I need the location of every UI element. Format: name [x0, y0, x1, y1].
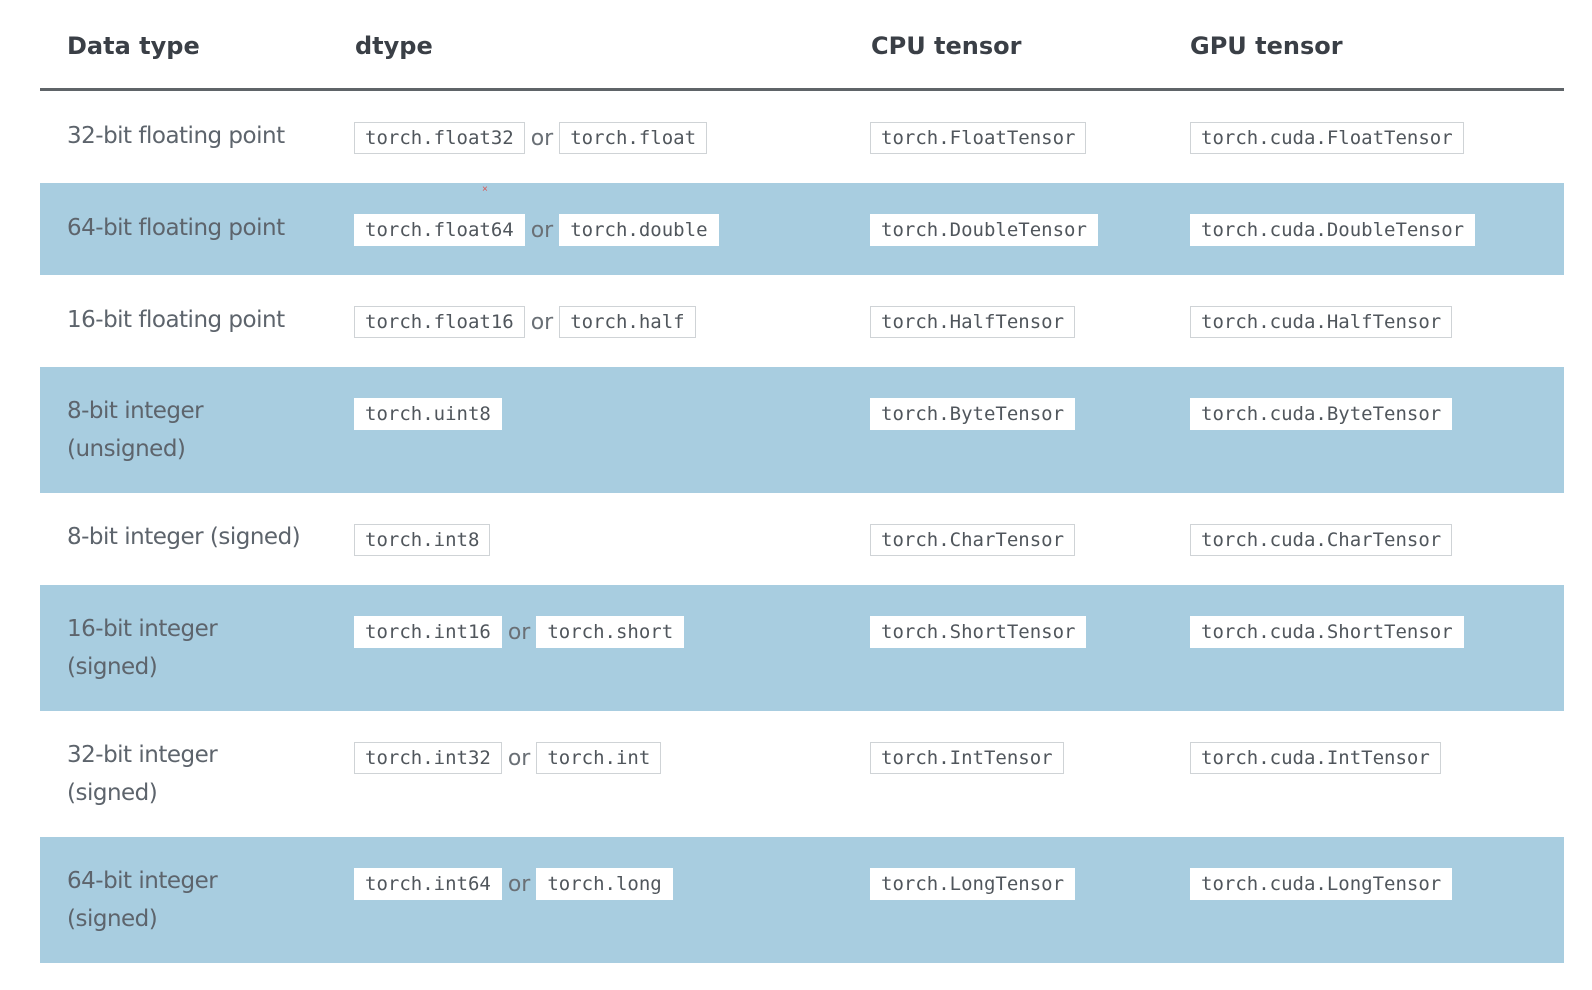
dtype-cell: torch.int8 — [354, 524, 491, 556]
gpu-tensor-code: torch.cuda.CharTensor — [1190, 524, 1453, 556]
data-type-cell: 8-bit integer (unsigned) — [67, 392, 337, 468]
cursor-icon: × — [482, 184, 488, 195]
table-row: 8-bit integer (unsigned) torch.uint8 tor… — [40, 367, 1564, 493]
gpu-tensor-code: torch.cuda.ByteTensor — [1190, 398, 1453, 430]
cpu-tensor-cell: torch.ShortTensor — [870, 616, 1087, 648]
table-row: 32-bit floating point torch.float32 or t… — [40, 91, 1564, 183]
data-type-sublabel: (signed) — [67, 654, 158, 680]
header-gpu-tensor: GPU tensor — [1190, 32, 1343, 60]
data-type-cell: 16-bit integer (signed) — [67, 610, 337, 686]
table-row: 16-bit floating point torch.float16 or t… — [40, 275, 1564, 367]
or-connector: or — [530, 125, 554, 151]
or-connector: or — [507, 745, 531, 771]
dtype-code: torch.float16 — [354, 306, 525, 338]
gpu-tensor-cell: torch.cuda.CharTensor — [1190, 524, 1453, 556]
gpu-tensor-code: torch.cuda.IntTensor — [1190, 742, 1441, 774]
gpu-tensor-code: torch.cuda.DoubleTensor — [1190, 214, 1476, 246]
cpu-tensor-code: torch.ShortTensor — [870, 616, 1087, 648]
gpu-tensor-code: torch.cuda.ShortTensor — [1190, 616, 1464, 648]
gpu-tensor-code: torch.cuda.FloatTensor — [1190, 122, 1464, 154]
data-type-cell: 32-bit integer (signed) — [67, 736, 337, 812]
dtype-alias-code: torch.float — [559, 122, 708, 154]
cpu-tensor-cell: torch.ByteTensor — [870, 398, 1076, 430]
dtype-cell: torch.int16 or torch.short — [354, 616, 685, 648]
cpu-tensor-code: torch.FloatTensor — [870, 122, 1087, 154]
dtype-cell: torch.int64 or torch.long — [354, 868, 673, 900]
dtype-code: torch.float32 — [354, 122, 525, 154]
data-type-label: 16-bit integer — [67, 616, 218, 642]
cpu-tensor-cell: torch.FloatTensor — [870, 122, 1087, 154]
data-type-sublabel: (signed) — [67, 780, 158, 806]
cpu-tensor-code: torch.IntTensor — [870, 742, 1064, 774]
table-header: Data type dtype CPU tensor GPU tensor — [40, 0, 1564, 89]
dtype-cell: torch.uint8 — [354, 398, 502, 430]
gpu-tensor-code: torch.cuda.LongTensor — [1190, 868, 1453, 900]
table-row: 8-bit integer (signed) torch.int8 torch.… — [40, 493, 1564, 585]
gpu-tensor-cell: torch.cuda.LongTensor — [1190, 868, 1453, 900]
data-type-label: 32-bit integer — [67, 742, 218, 768]
dtype-code: torch.uint8 — [354, 398, 502, 430]
data-type-cell: 8-bit integer (signed) — [67, 518, 367, 556]
dtype-cell: torch.float32 or torch.float — [354, 122, 708, 154]
dtype-alias-code: torch.long — [536, 868, 673, 900]
dtype-alias-code: torch.int — [536, 742, 662, 774]
cpu-tensor-code: torch.CharTensor — [870, 524, 1076, 556]
cpu-tensor-code: torch.DoubleTensor — [870, 214, 1098, 246]
dtype-alias-code: torch.short — [536, 616, 685, 648]
data-type-sublabel: (unsigned) — [67, 436, 186, 462]
gpu-tensor-cell: torch.cuda.DoubleTensor — [1190, 214, 1476, 246]
gpu-tensor-code: torch.cuda.HalfTensor — [1190, 306, 1453, 338]
data-type-label: 8-bit integer — [67, 398, 204, 424]
dtype-cell: torch.float64 or torch.double — [354, 214, 719, 246]
dtype-cell: torch.float16 or torch.half — [354, 306, 696, 338]
dtype-alias-code: torch.half — [559, 306, 696, 338]
dtype-code: torch.float64 — [354, 214, 525, 246]
data-type-cell: 64-bit floating point — [67, 209, 337, 247]
header-dtype: dtype — [355, 32, 433, 60]
gpu-tensor-cell: torch.cuda.IntTensor — [1190, 742, 1441, 774]
table-row: 64-bit integer (signed) torch.int64 or t… — [40, 837, 1564, 963]
or-connector: or — [530, 309, 554, 335]
or-connector: or — [507, 871, 531, 897]
data-type-label: 8-bit integer (signed) — [67, 524, 301, 550]
dtype-code: torch.int64 — [354, 868, 502, 900]
cpu-tensor-cell: torch.DoubleTensor — [870, 214, 1098, 246]
dtype-code: torch.int32 — [354, 742, 502, 774]
dtype-alias-code: torch.double — [559, 214, 719, 246]
cpu-tensor-cell: torch.CharTensor — [870, 524, 1076, 556]
or-connector: or — [530, 217, 554, 243]
data-type-label: 32-bit floating point — [67, 123, 285, 149]
data-type-sublabel: (signed) — [67, 906, 158, 932]
table-row: 64-bit floating point torch.float64 or t… — [40, 183, 1564, 275]
cpu-tensor-code: torch.ByteTensor — [870, 398, 1076, 430]
gpu-tensor-cell: torch.cuda.ByteTensor — [1190, 398, 1453, 430]
data-type-cell: 16-bit floating point — [67, 301, 337, 339]
gpu-tensor-cell: torch.cuda.ShortTensor — [1190, 616, 1464, 648]
or-connector: or — [507, 619, 531, 645]
table-row: 32-bit integer (signed) torch.int32 or t… — [40, 711, 1564, 837]
header-data-type: Data type — [67, 32, 200, 60]
data-type-cell: 32-bit floating point — [67, 117, 337, 155]
cpu-tensor-code: torch.HalfTensor — [870, 306, 1076, 338]
gpu-tensor-cell: torch.cuda.HalfTensor — [1190, 306, 1453, 338]
cpu-tensor-cell: torch.IntTensor — [870, 742, 1064, 774]
dtype-table: Data type dtype CPU tensor GPU tensor 32… — [0, 0, 1592, 990]
dtype-cell: torch.int32 or torch.int — [354, 742, 662, 774]
cpu-tensor-cell: torch.HalfTensor — [870, 306, 1076, 338]
dtype-code: torch.int8 — [354, 524, 491, 556]
cpu-tensor-cell: torch.LongTensor — [870, 868, 1076, 900]
data-type-label: 64-bit integer — [67, 868, 218, 894]
dtype-code: torch.int16 — [354, 616, 502, 648]
header-cpu-tensor: CPU tensor — [871, 32, 1022, 60]
data-type-label: 16-bit floating point — [67, 307, 285, 333]
cpu-tensor-code: torch.LongTensor — [870, 868, 1076, 900]
gpu-tensor-cell: torch.cuda.FloatTensor — [1190, 122, 1464, 154]
data-type-cell: 64-bit integer (signed) — [67, 862, 337, 938]
data-type-label: 64-bit floating point — [67, 215, 285, 241]
table-row: 16-bit integer (signed) torch.int16 or t… — [40, 585, 1564, 711]
